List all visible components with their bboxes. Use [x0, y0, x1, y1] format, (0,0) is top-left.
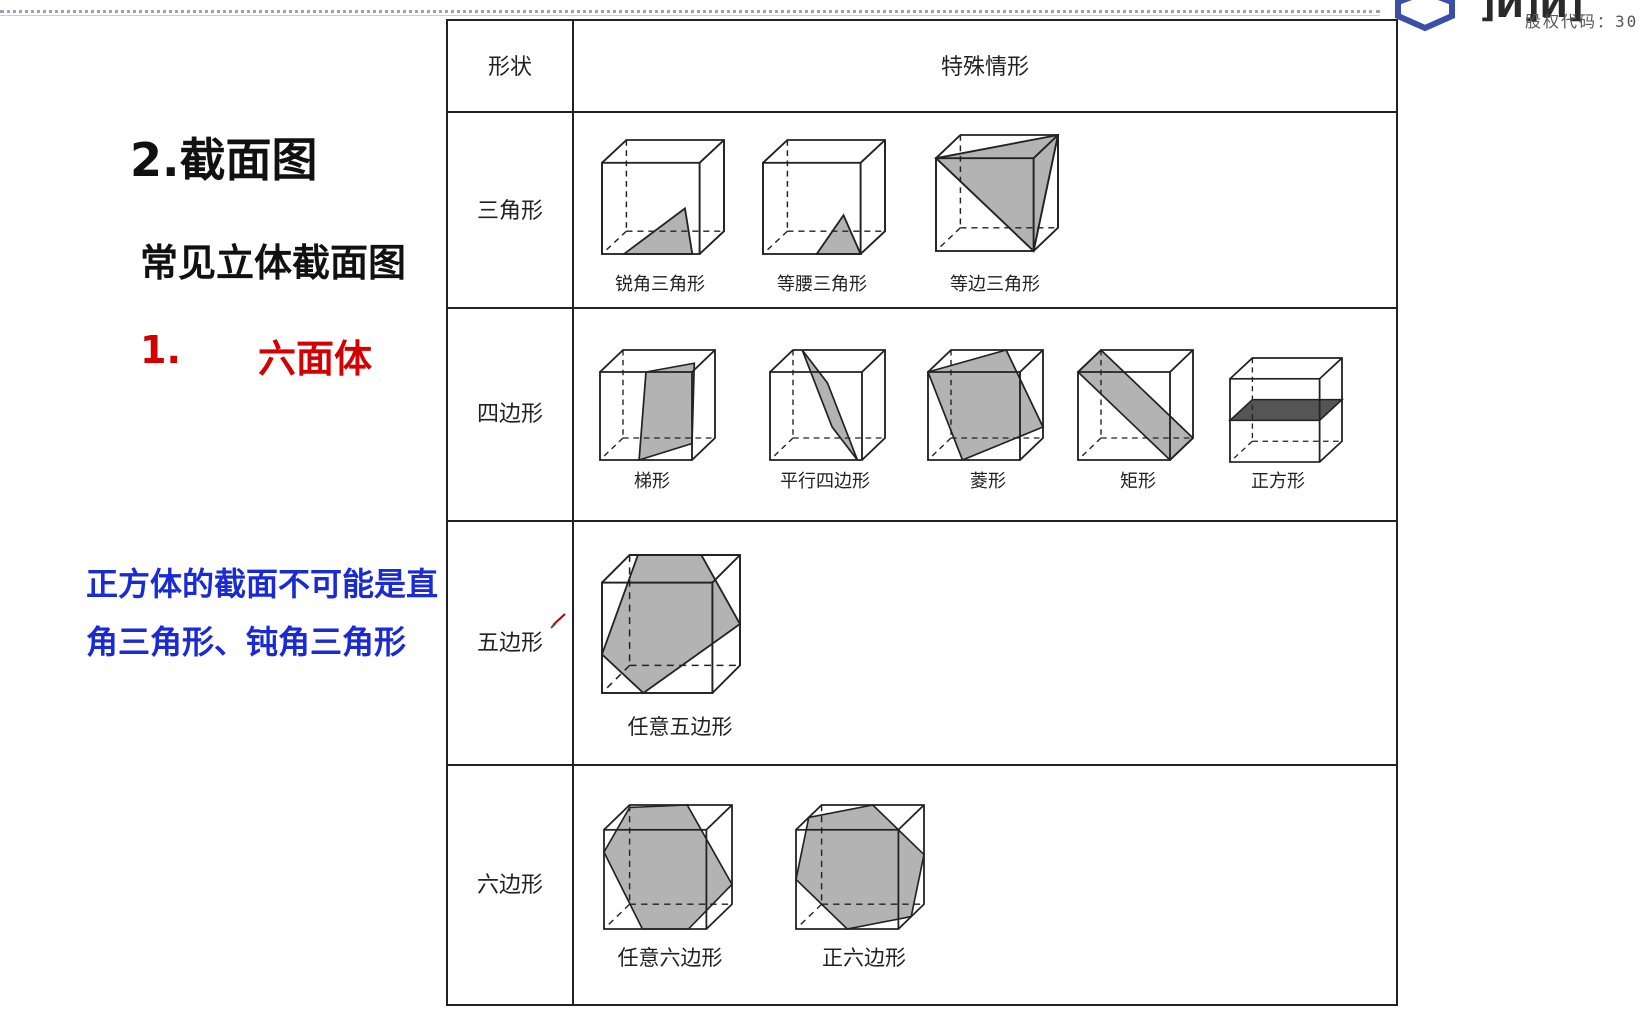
- row-label-triangle: 三角形: [477, 199, 543, 224]
- cube-pentagon: [600, 554, 742, 695]
- case-label: 菱形: [970, 471, 1006, 492]
- cube-equilateral-triangle: [934, 133, 1060, 253]
- cross-section-table: 形状 特殊情形 三角形 四边形 五边形 六边形 锐角三角形 等腰三角形 等边三角…: [446, 19, 1398, 1006]
- pen-cursor-icon: [550, 613, 566, 629]
- cube-hexagon: [603, 804, 734, 930]
- header-special: 特殊情形: [941, 55, 1029, 80]
- cube-square: [1227, 357, 1345, 463]
- case-label: 矩形: [1120, 471, 1156, 492]
- case-label: 正方形: [1251, 471, 1305, 492]
- row-label-pentagon: 五边形: [477, 631, 543, 656]
- case-label: 梯形: [634, 471, 670, 492]
- cube-rhombus: [926, 349, 1045, 462]
- case-label: 任意六边形: [618, 946, 723, 970]
- cube-rectangle: [1076, 348, 1195, 462]
- cube-regular-hexagon: [795, 804, 925, 930]
- case-label: 正六边形: [822, 946, 906, 970]
- row-label-quadrilateral: 四边形: [477, 402, 543, 427]
- case-label: 锐角三角形: [615, 274, 705, 295]
- case-label: 平行四边形: [780, 471, 870, 492]
- header-shape: 形状: [488, 55, 532, 80]
- row-label-hexagon: 六边形: [477, 873, 543, 898]
- case-label: 等边三角形: [950, 274, 1040, 295]
- case-label: 任意五边形: [628, 715, 733, 739]
- cube-acute-triangle: [601, 139, 725, 255]
- cube-trapezoid: [599, 349, 716, 462]
- case-label: 等腰三角形: [777, 274, 867, 295]
- cube-parallelogram: [769, 349, 886, 461]
- cube-isosceles-triangle: [762, 139, 886, 255]
